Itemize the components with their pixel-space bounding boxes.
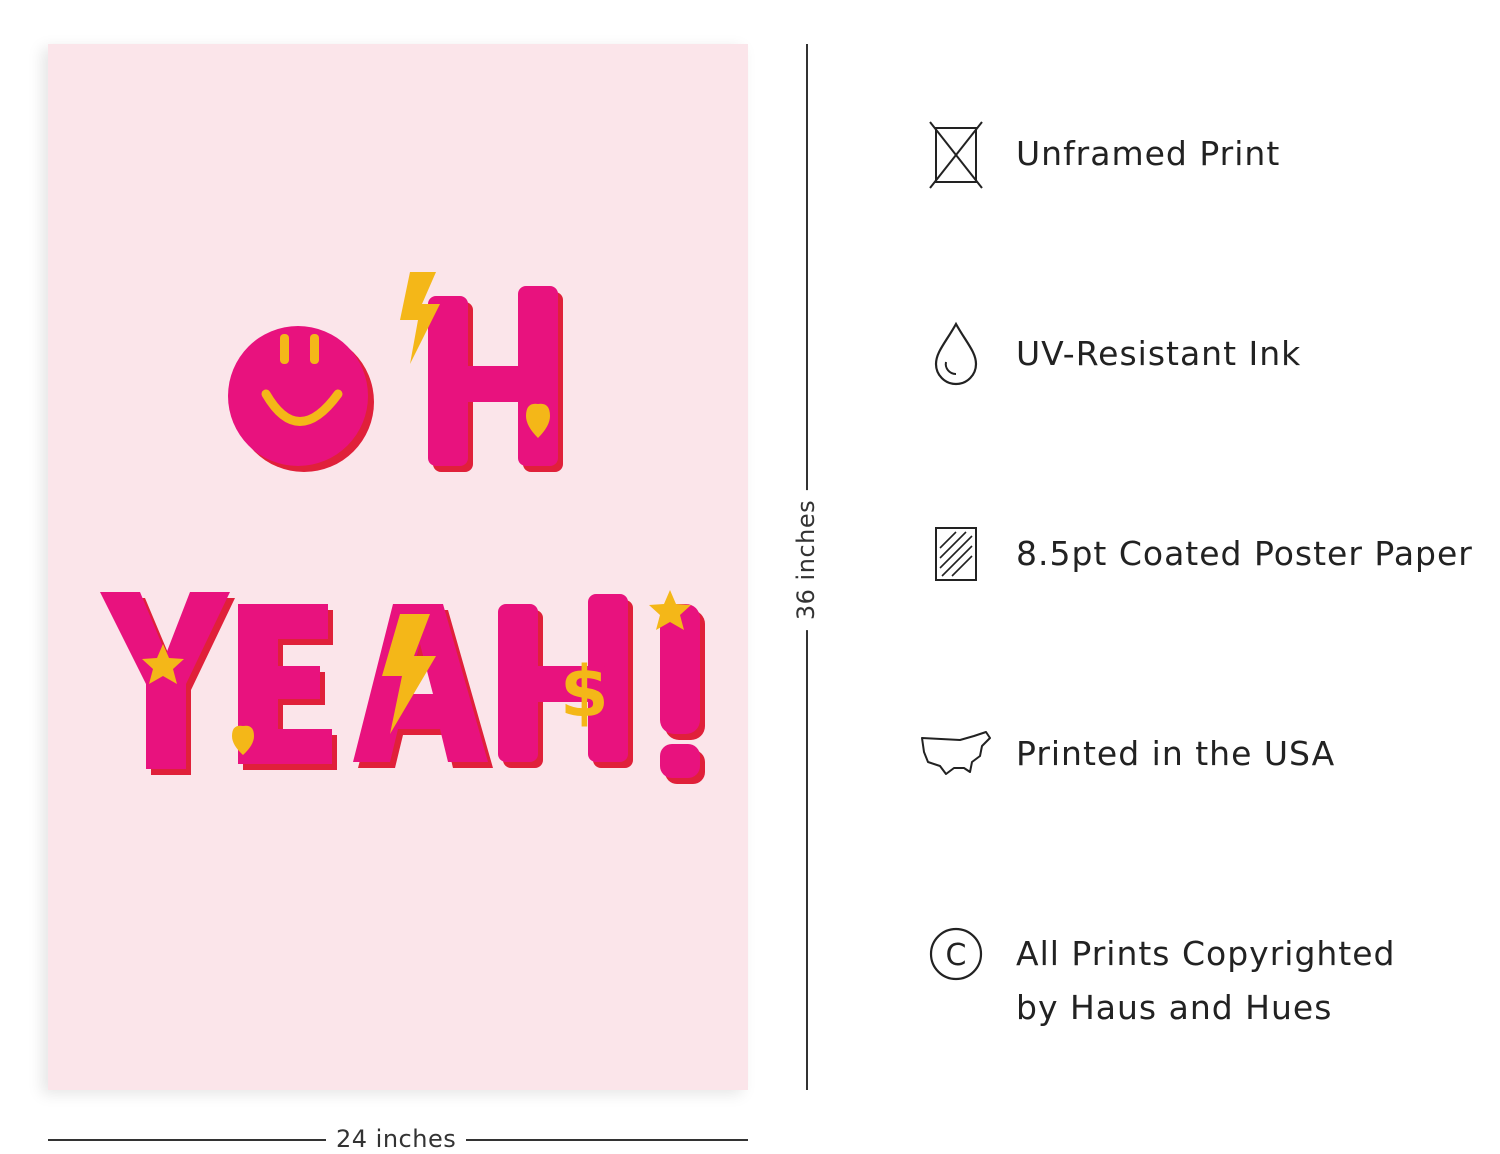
letter-e [238, 604, 337, 770]
ink-drop-icon [920, 318, 992, 390]
paper-icon [920, 518, 992, 590]
smiley-eye-left [280, 334, 289, 364]
feature-label: Unframed Print [1016, 134, 1281, 173]
smiley-face [228, 326, 368, 466]
feature-unframed-print: Unframed Print [920, 118, 1500, 228]
width-dimension-label: 24 inches [326, 1124, 467, 1154]
feature-uv-resistant-ink: UV-Resistant Ink [920, 318, 1500, 428]
dollar-sign: $ [560, 651, 609, 733]
svg-text:C: C [946, 938, 967, 973]
exclamation-mark [660, 604, 705, 784]
feature-label-line2: by Haus and Hues [1016, 988, 1333, 1027]
feature-coated-poster-paper: 8.5pt Coated Poster Paper [920, 518, 1500, 628]
letter-h-top [428, 286, 563, 472]
poster-artwork: $ [48, 44, 748, 1090]
letter-y [100, 592, 235, 775]
poster-art: $ [100, 272, 705, 784]
feature-label: UV-Resistant Ink [1016, 334, 1302, 373]
feature-printed-in-usa: Printed in the USA [920, 718, 1500, 828]
feature-copyright: C All Prints Copyrighted by Haus and Hue… [920, 918, 1500, 1028]
feature-label: 8.5pt Coated Poster Paper [1016, 534, 1473, 573]
unframed-box-icon [920, 118, 992, 190]
copyright-icon: C [920, 918, 992, 990]
height-dimension-label: 36 inches [792, 489, 820, 631]
usa-map-icon [920, 718, 992, 790]
feature-label: All Prints Copyrighted [1016, 934, 1396, 973]
feature-label: Printed in the USA [1016, 734, 1336, 773]
smiley-eye-right [310, 334, 319, 364]
